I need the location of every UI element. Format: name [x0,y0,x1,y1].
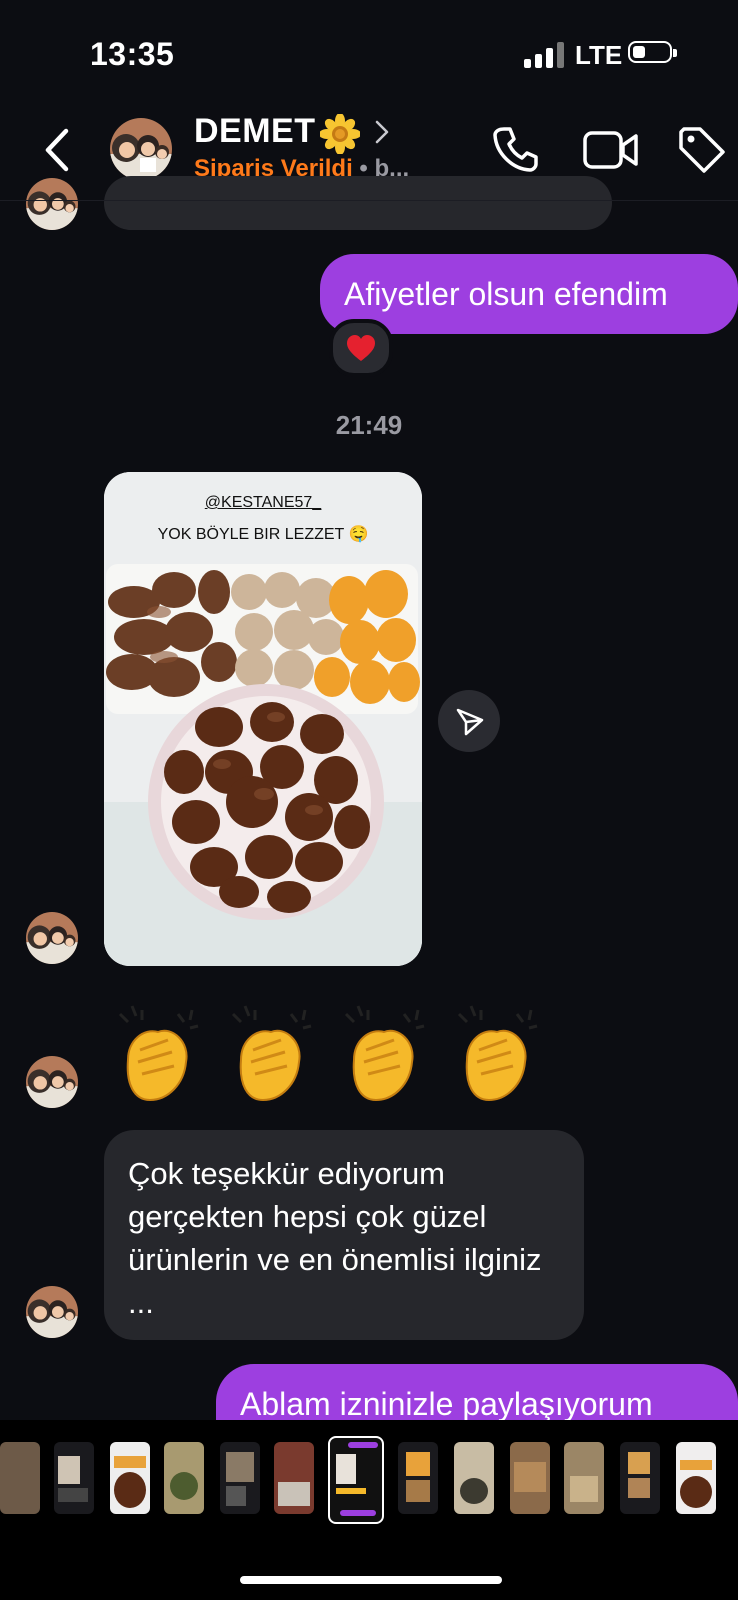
thumbnail[interactable] [454,1442,494,1514]
thumbnail[interactable] [220,1442,260,1514]
home-indicator[interactable] [240,1576,502,1584]
message-bubble-incoming[interactable]: Çok teşekkür ediyorum gerçekten hepsi ço… [104,1130,584,1340]
thumbnail[interactable] [398,1442,438,1514]
thumbnail[interactable] [164,1442,204,1514]
signal-icon [524,42,564,68]
thumbnail-selected[interactable] [328,1436,384,1524]
shared-post-image [104,472,422,966]
contact-avatar[interactable] [110,118,172,180]
reaction-badge[interactable] [329,319,393,377]
thumbnail[interactable] [274,1442,314,1514]
thumbnail-strip[interactable] [0,1436,738,1524]
share-button[interactable] [438,690,500,752]
phone-icon[interactable] [490,124,540,174]
thumbnail[interactable] [54,1442,94,1514]
network-label: LTE [575,40,623,70]
clapping-hands-icon [231,1005,312,1102]
clapping-hands-icon [457,1005,538,1102]
chevron-right-icon[interactable] [374,118,390,146]
thumbnail[interactable] [620,1442,660,1514]
post-caption: YOK BÖYLE BIR LEZZET 🤤 [157,526,369,543]
video-camera-icon[interactable] [582,128,640,172]
avatar[interactable] [26,178,78,230]
header-divider [0,200,738,201]
avatar[interactable] [26,1056,78,1108]
message-bubble-incoming-clipped[interactable] [104,176,612,230]
message-bubble-outgoing[interactable]: Afiyetler olsun efendim [320,254,738,334]
post-handle: @KESTANE57_ [204,494,322,511]
sunflower-icon [320,114,360,154]
emoji-message[interactable] [110,1000,544,1110]
thumbnail[interactable] [510,1442,550,1514]
thumbnail[interactable] [0,1442,40,1514]
tag-icon[interactable] [676,124,728,176]
avatar[interactable] [26,1286,78,1338]
thumbnail[interactable] [676,1442,716,1514]
thumbnail[interactable] [110,1442,150,1514]
clapping-hands-icon [344,1005,425,1102]
send-icon [456,708,484,736]
heart-icon [347,335,375,361]
status-time: 13:35 [90,36,175,72]
contact-name[interactable]: DEMET [194,112,316,151]
back-button[interactable] [40,125,80,175]
clapping-hands-icon [118,1005,199,1102]
battery-icon [628,41,677,63]
back-chevron-icon [45,128,69,172]
shared-post[interactable]: @KESTANE57_ YOK BÖYLE BIR LEZZET 🤤 [104,472,422,966]
thumbnail[interactable] [564,1442,604,1514]
message-timestamp: 21:49 [335,410,403,440]
avatar[interactable] [26,912,78,964]
